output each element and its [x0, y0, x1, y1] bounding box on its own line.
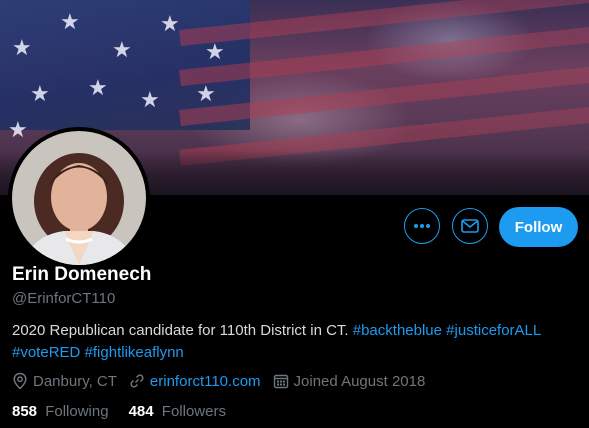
- followers-count: 484: [128, 403, 154, 420]
- profile-bio: 2020 Republican candidate for 110th Dist…: [12, 320, 572, 364]
- location-pin-icon: [13, 372, 27, 390]
- hashtag-link[interactable]: #backtheblue: [353, 322, 442, 339]
- banner-star-icon: ★: [196, 82, 216, 107]
- banner-star-icon: ★: [12, 36, 32, 61]
- hashtag-link[interactable]: #voteRED: [12, 344, 80, 361]
- follow-counts: 858 Following 484 Followers: [12, 403, 246, 420]
- following-label: Following: [45, 403, 109, 420]
- calendar-icon: [273, 374, 288, 389]
- more-dots-icon: [414, 224, 430, 228]
- followers-label: Followers: [161, 403, 226, 420]
- envelope-icon: [461, 219, 479, 233]
- profile-handle: @ErinforCT110: [12, 290, 116, 307]
- bio-text: 2020 Republican candidate for 110th Dist…: [12, 322, 349, 339]
- banner-star-icon: ★: [140, 88, 160, 113]
- more-options-button[interactable]: [404, 208, 440, 244]
- website-item[interactable]: erinforct110.com: [129, 373, 261, 390]
- link-icon: [130, 374, 144, 388]
- banner-star-icon: ★: [160, 12, 180, 37]
- banner-star-icon: ★: [30, 82, 50, 107]
- follow-button[interactable]: Follow: [499, 207, 578, 247]
- location-item: Danbury, CT: [12, 372, 117, 390]
- profile-name: Erin Domenech: [12, 264, 152, 285]
- hashtag-link[interactable]: #fightlikeaflynn: [85, 344, 184, 361]
- banner-star-icon: ★: [8, 118, 28, 143]
- location-text: Danbury, CT: [33, 372, 117, 390]
- followers-link[interactable]: 484 Followers: [129, 403, 226, 420]
- avatar[interactable]: [8, 127, 150, 269]
- following-count: 858: [12, 403, 38, 420]
- message-button[interactable]: [452, 208, 488, 244]
- hashtag-link[interactable]: #justiceforALL: [446, 322, 541, 339]
- joined-item: Joined August 2018: [273, 372, 426, 390]
- banner-star-icon: ★: [88, 76, 108, 101]
- following-link[interactable]: 858 Following: [12, 403, 109, 420]
- website-link[interactable]: erinforct110.com: [150, 373, 261, 390]
- banner-star-icon: ★: [60, 10, 80, 35]
- banner-star-icon: ★: [112, 38, 132, 63]
- joined-text: Joined August 2018: [293, 372, 426, 390]
- banner-star-icon: ★: [205, 40, 225, 65]
- profile-meta: Danbury, CT erinforct110.com Joined Augu…: [12, 371, 437, 391]
